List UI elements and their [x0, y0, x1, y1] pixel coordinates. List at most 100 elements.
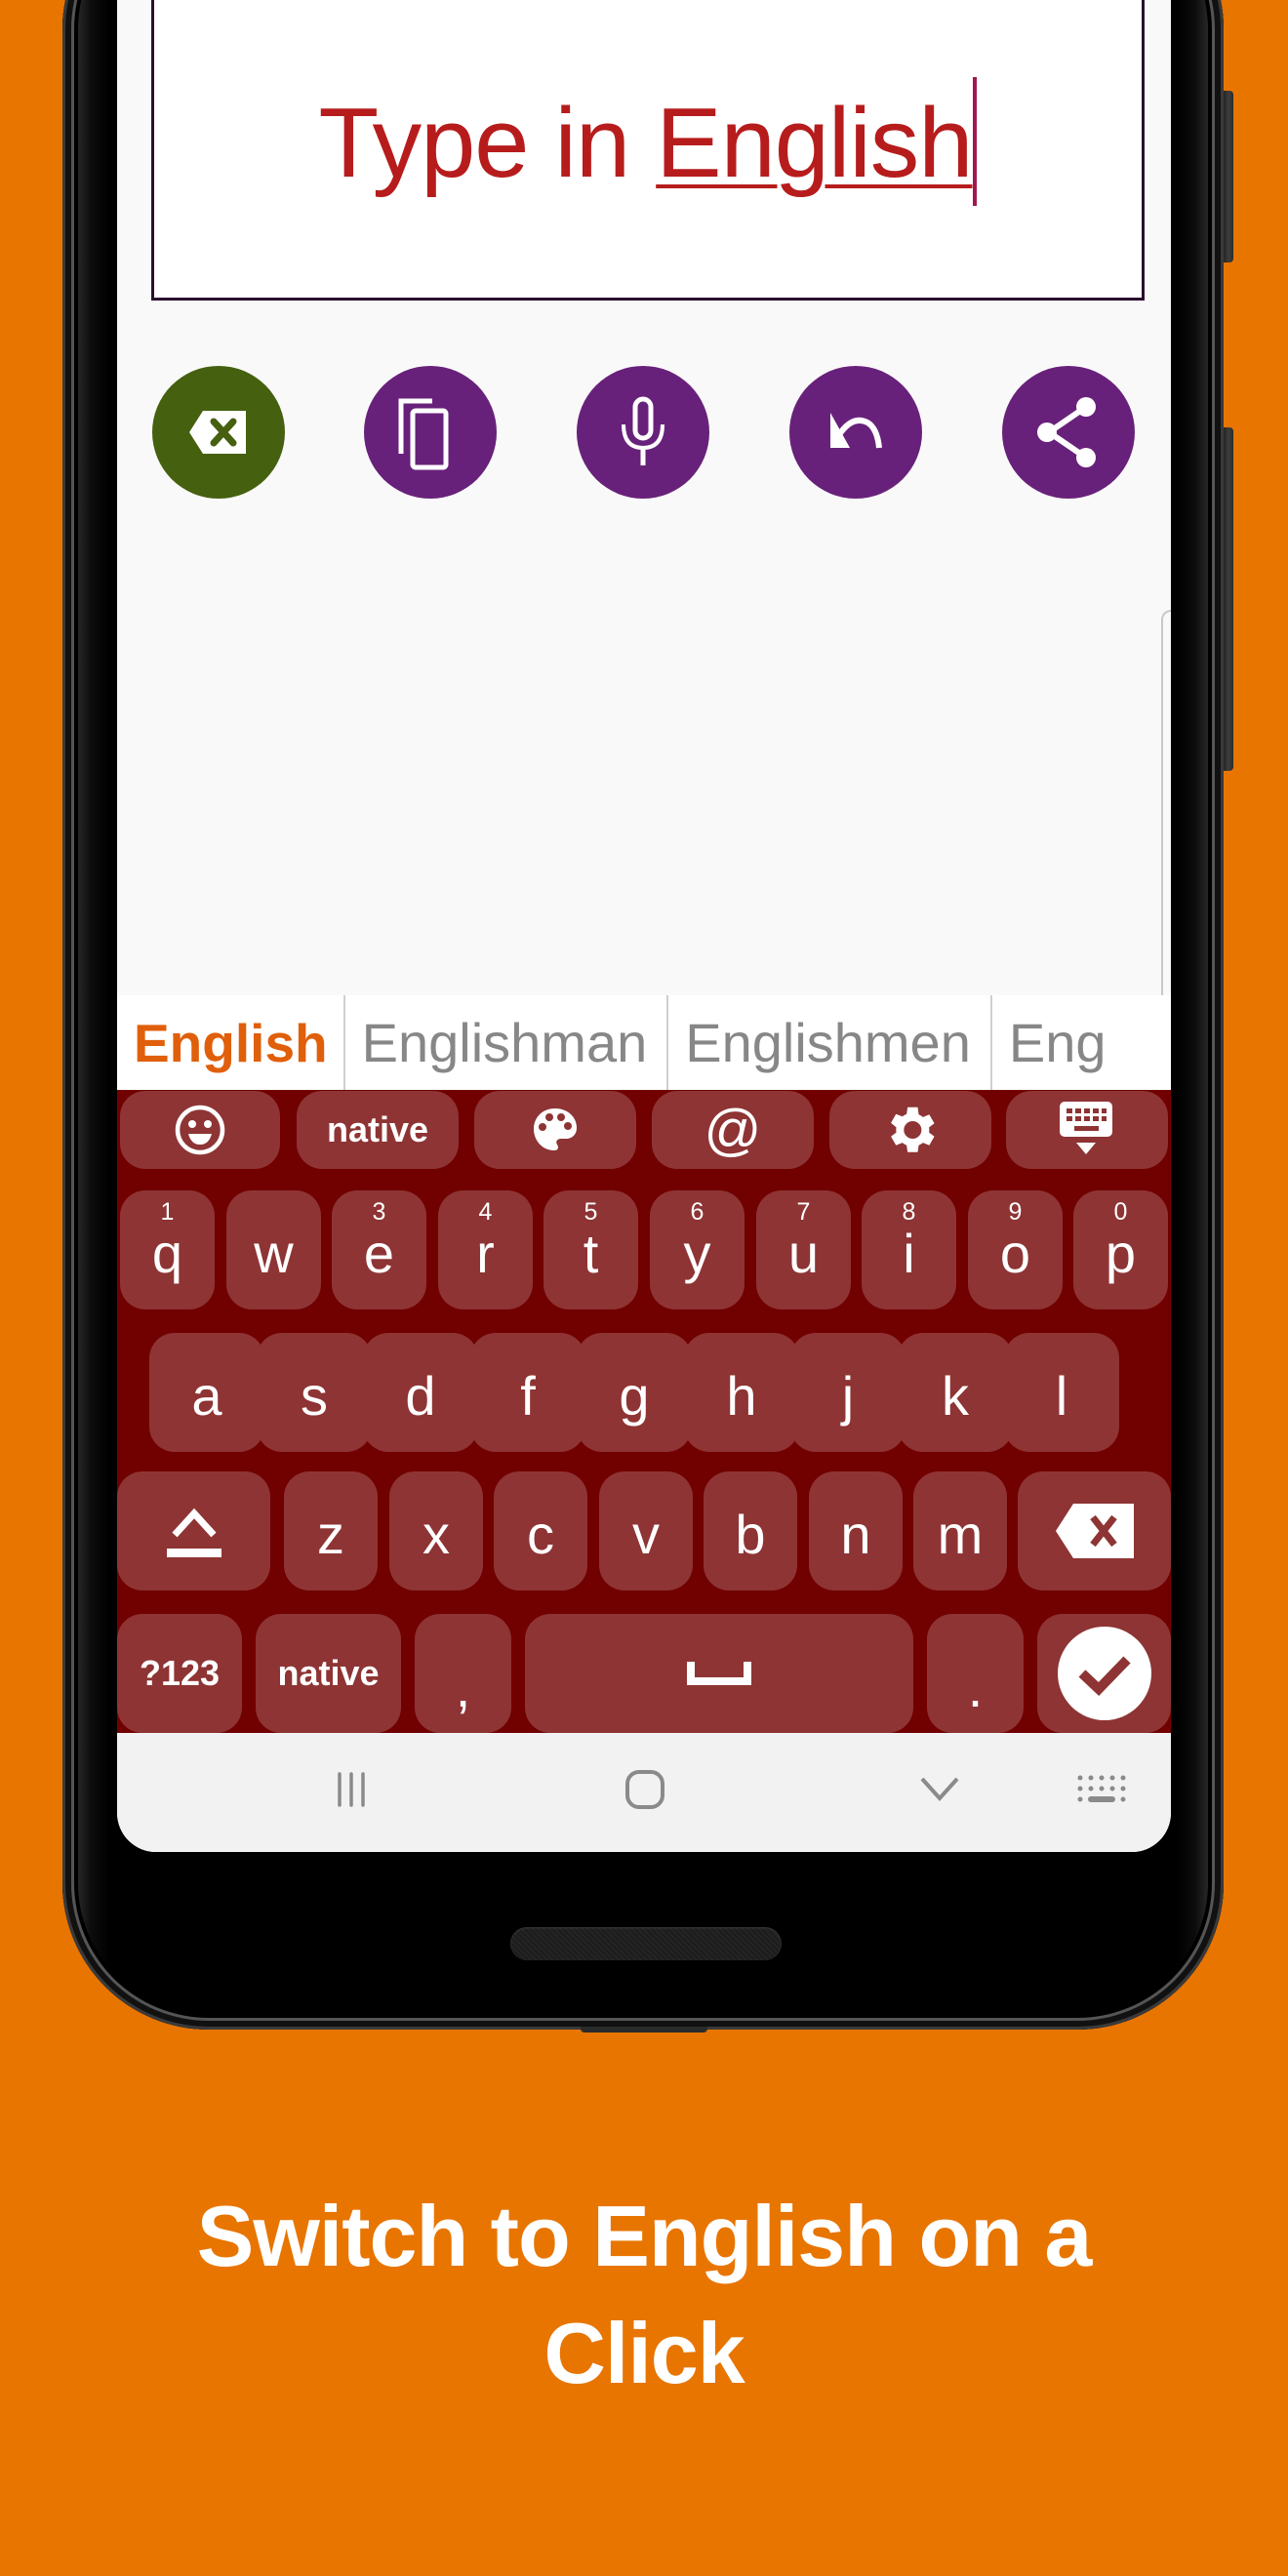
phone-bottom-notch: [581, 2027, 707, 2033]
key-number-hint: 4: [478, 1198, 493, 1226]
key-character: r: [476, 1223, 495, 1284]
key-m[interactable]: m: [913, 1471, 1007, 1590]
copy-button[interactable]: [364, 366, 497, 499]
native-language-key[interactable]: native: [297, 1091, 459, 1169]
share-icon: [1037, 397, 1096, 467]
typed-text: Type in English: [154, 77, 1142, 206]
suggestion-item[interactable]: English: [117, 995, 345, 1090]
suggestion-strip: English Englishman Englishmen Eng: [117, 995, 1171, 1090]
space-key[interactable]: [525, 1614, 913, 1733]
microphone-icon: [622, 396, 664, 465]
key-l[interactable]: l: [1004, 1333, 1119, 1452]
key-character: q: [151, 1223, 183, 1284]
clear-text-button[interactable]: [152, 366, 285, 499]
home-button[interactable]: [611, 1760, 679, 1819]
caption-line-2: Click: [543, 2305, 745, 2401]
key-k[interactable]: k: [898, 1333, 1013, 1452]
emoji-icon: [175, 1105, 225, 1155]
checkmark-circle-icon: [1057, 1627, 1151, 1720]
keyboard: native @ 1 q w 3 e 4 r 5 t 6 y 7 u 8 i 9…: [117, 1090, 1171, 1733]
key-e[interactable]: 3e: [332, 1190, 426, 1309]
key-a[interactable]: a: [149, 1333, 264, 1452]
key-j[interactable]: j: [790, 1333, 906, 1452]
shift-key[interactable]: [117, 1471, 270, 1590]
text-input-area[interactable]: Type in English: [151, 0, 1145, 301]
key-g[interactable]: g: [577, 1333, 692, 1452]
voice-input-button[interactable]: [577, 366, 709, 499]
key-number-hint: 7: [796, 1198, 811, 1226]
hide-keyboard-icon: [1060, 1102, 1112, 1154]
at-sign-key[interactable]: @: [652, 1091, 814, 1169]
settings-key[interactable]: [829, 1091, 991, 1169]
suggestion-item[interactable]: Eng: [992, 995, 1126, 1090]
comma-key[interactable]: ,: [415, 1614, 511, 1733]
keyboard-icon: [1077, 1775, 1126, 1802]
key-x[interactable]: x: [389, 1471, 483, 1590]
key-y[interactable]: 6y: [650, 1190, 745, 1309]
key-number-hint: 5: [584, 1198, 598, 1226]
home-icon: [625, 1770, 664, 1809]
key-r[interactable]: 4r: [438, 1190, 533, 1309]
key-o[interactable]: 9o: [968, 1190, 1063, 1309]
suggestion-item[interactable]: Englishman: [345, 995, 669, 1090]
backspace-key[interactable]: [1018, 1471, 1171, 1590]
key-character: y: [683, 1223, 711, 1284]
edge-panel-handle[interactable]: [1161, 610, 1171, 1015]
suggestion-item[interactable]: Englishmen: [668, 995, 992, 1090]
key-character: v: [632, 1504, 660, 1565]
key-n[interactable]: n: [809, 1471, 903, 1590]
theme-key[interactable]: [474, 1091, 636, 1169]
key-p[interactable]: 0p: [1073, 1190, 1168, 1309]
key-number-hint: 0: [1113, 1198, 1128, 1226]
shift-icon: [166, 1508, 221, 1557]
key-t[interactable]: 5t: [543, 1190, 638, 1309]
key-v[interactable]: v: [599, 1471, 693, 1590]
key-character: u: [787, 1223, 820, 1284]
emoji-key[interactable]: [120, 1091, 280, 1169]
key-character: e: [363, 1223, 395, 1284]
enter-key[interactable]: [1037, 1614, 1171, 1733]
key-character: s: [301, 1365, 328, 1427]
key-b[interactable]: b: [704, 1471, 797, 1590]
keyboard-switch-button[interactable]: [1068, 1760, 1137, 1819]
native-key-label: native: [326, 1109, 429, 1149]
period-key[interactable]: .: [927, 1614, 1024, 1733]
key-character: o: [999, 1223, 1031, 1284]
key-character: i: [903, 1223, 915, 1284]
at-key-label: @: [704, 1098, 762, 1162]
key-character: j: [841, 1365, 855, 1427]
symbols-key[interactable]: ?123: [117, 1614, 242, 1733]
recent-apps-icon: [338, 1772, 365, 1807]
key-character: l: [1055, 1365, 1068, 1427]
text-cursor: [973, 77, 978, 206]
key-d[interactable]: d: [363, 1333, 478, 1452]
key-c[interactable]: c: [494, 1471, 587, 1590]
key-character: n: [840, 1504, 871, 1565]
language-key-label: native: [277, 1653, 380, 1693]
key-u[interactable]: 7u: [756, 1190, 851, 1309]
key-w[interactable]: w: [226, 1190, 321, 1309]
composing-word: English: [656, 89, 973, 198]
key-character: c: [527, 1504, 554, 1565]
typed-prefix: Type in: [318, 89, 657, 198]
key-number-hint: 1: [160, 1198, 175, 1226]
space-bar-icon: [687, 1662, 751, 1685]
speaker-grill: [510, 1927, 782, 1960]
key-h[interactable]: h: [684, 1333, 799, 1452]
hide-keyboard-key[interactable]: [1006, 1091, 1168, 1169]
recent-apps-button[interactable]: [317, 1760, 385, 1819]
key-f[interactable]: f: [470, 1333, 585, 1452]
symbols-key-label: ?123: [139, 1653, 221, 1693]
undo-icon: [830, 413, 882, 449]
key-z[interactable]: z: [284, 1471, 378, 1590]
key-character: k: [942, 1365, 969, 1427]
key-s[interactable]: s: [257, 1333, 372, 1452]
key-q[interactable]: 1q: [120, 1190, 215, 1309]
backspace-clear-icon: [189, 411, 246, 454]
key-i[interactable]: 8i: [862, 1190, 956, 1309]
language-switch-key[interactable]: native: [256, 1614, 401, 1733]
key-character: z: [317, 1504, 344, 1565]
share-button[interactable]: [1002, 366, 1135, 499]
undo-button[interactable]: [789, 366, 922, 499]
back-button[interactable]: [906, 1760, 974, 1819]
